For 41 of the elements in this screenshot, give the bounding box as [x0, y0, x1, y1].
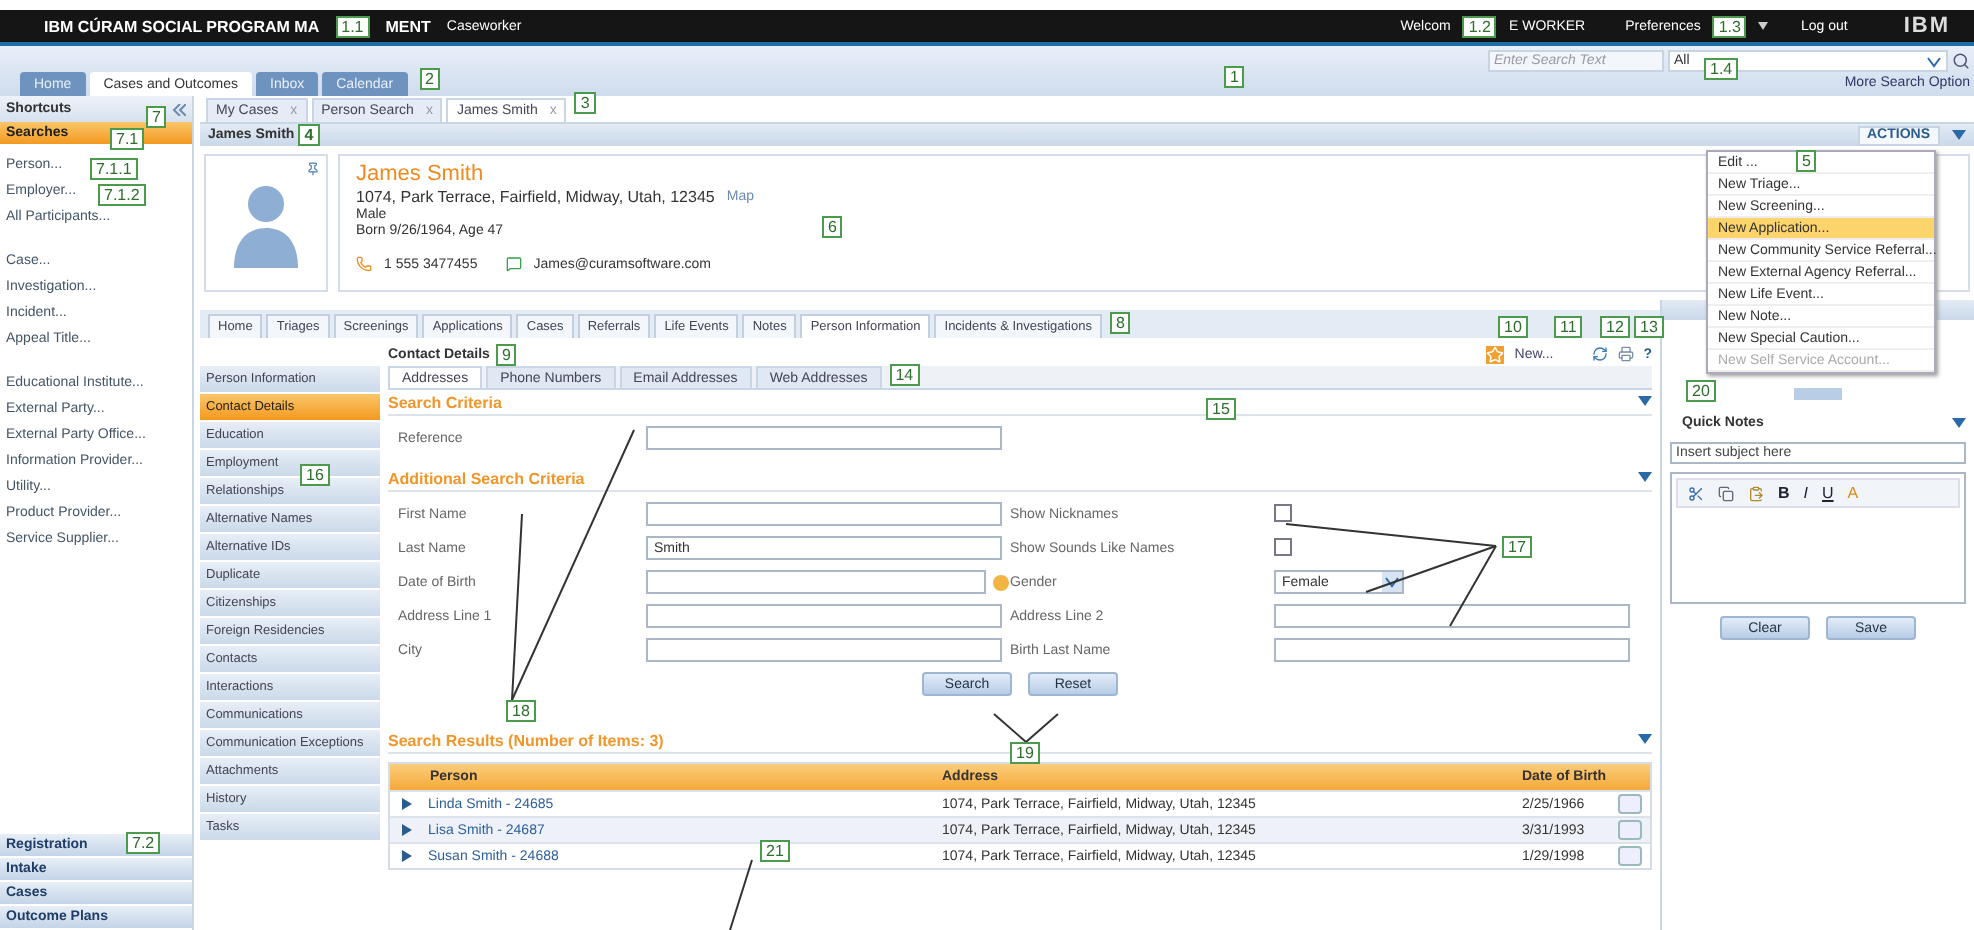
person-address: 1074, Park Terrace, Fairfield, Midway, Utah, 12345: [356, 188, 715, 206]
section-title: Search Results (Number of Items: 3): [388, 731, 664, 749]
callout-marker: 10: [1498, 316, 1528, 338]
callout-marker: 16: [300, 464, 330, 486]
format-button[interactable]: B: [1778, 484, 1790, 502]
callout-marker: 6: [822, 216, 843, 238]
format-button[interactable]: I: [1803, 484, 1809, 502]
callout-marker: 5: [1796, 150, 1817, 172]
callout-marker: 14: [889, 364, 920, 386]
app-title: IBM CÚRAM SOCIAL PROGRAM MA: [44, 17, 320, 35]
section-title: Additional Search Criteria: [388, 469, 585, 487]
callout-marker: 1.2: [1462, 15, 1497, 37]
callout-marker: 20: [1686, 380, 1716, 402]
app-title: MENT: [385, 17, 431, 35]
callout-marker: 7.2: [126, 832, 161, 854]
callout-marker: 1.4: [1704, 58, 1739, 80]
callout-marker: 11: [1554, 316, 1583, 338]
callout-marker: 7.1.1: [90, 158, 138, 180]
callout-marker: 4: [298, 124, 320, 146]
callout-marker: 21: [760, 840, 790, 862]
callout-marker: 19: [1010, 742, 1040, 764]
callout-marker: 1: [1224, 66, 1245, 88]
callout-marker: 2: [419, 68, 440, 90]
callout-marker: 17: [1502, 536, 1532, 558]
callout-marker: 12: [1600, 316, 1630, 338]
section-title: Search Criteria: [388, 393, 502, 411]
callout-marker: 9: [495, 343, 517, 365]
callout-marker: 1.3: [1712, 15, 1747, 37]
person-name: James Smith: [356, 162, 484, 186]
callout-marker: 15: [1206, 398, 1236, 420]
callout-marker: 7.1.2: [98, 184, 146, 206]
callout-marker: 3: [574, 92, 596, 114]
format-button[interactable]: U: [1822, 484, 1834, 502]
callout-marker: 7: [146, 106, 167, 128]
callout-marker: 18: [506, 700, 536, 722]
callout-marker: 1.1: [335, 15, 370, 37]
callout-marker: 13: [1634, 316, 1664, 338]
callout-marker: 8: [1109, 312, 1131, 334]
callout-marker: 7.1: [110, 128, 145, 150]
logo: IBM: [1903, 14, 1950, 38]
note-editor[interactable]: B I U A: [1670, 472, 1966, 604]
